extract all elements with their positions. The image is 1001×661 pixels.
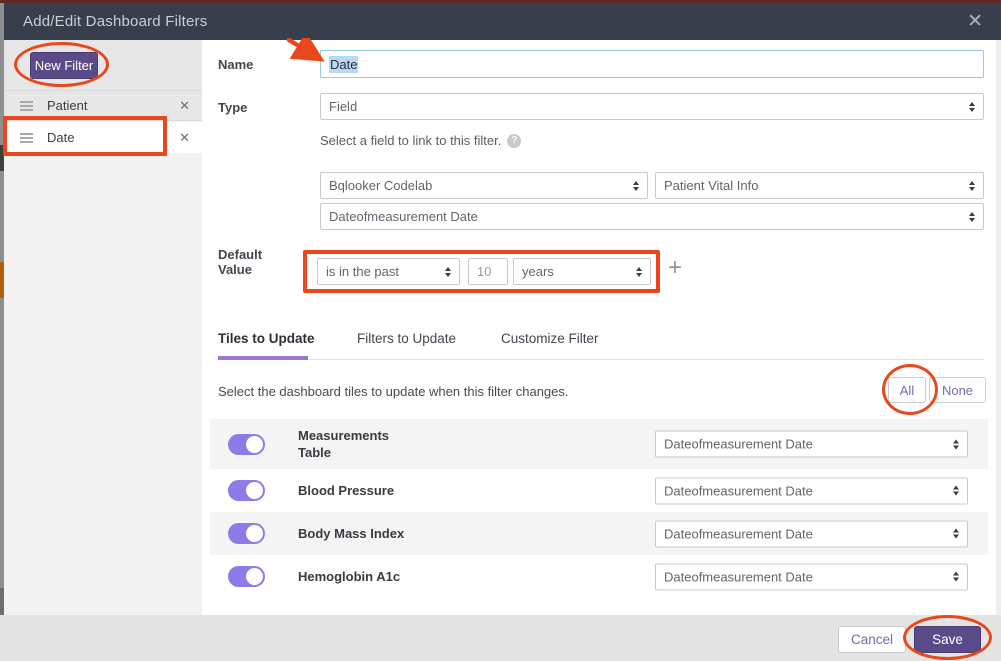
tab-tiles-to-update[interactable]: Tiles to Update <box>218 331 315 346</box>
name-label: Name <box>218 57 253 72</box>
drag-handle-icon[interactable] <box>20 133 33 143</box>
tile-field-select[interactable]: Dateofmeasurement Date <box>655 520 968 547</box>
tile-toggle-on[interactable] <box>228 566 265 587</box>
tile-toggle-on[interactable] <box>228 523 265 544</box>
default-amount-input[interactable]: 10 <box>468 258 508 285</box>
type-select-value: Field <box>329 99 357 114</box>
tile-row-measurements-table: Measurements Table Dateofmeasurement Dat… <box>210 419 988 469</box>
tile-name: Body Mass Index <box>298 525 423 542</box>
filters-sidebar: New Filter Patient ✕ Date ✕ <box>4 40 202 615</box>
tile-name: Hemoglobin A1c <box>298 568 423 585</box>
toggle-knob <box>246 482 263 499</box>
filter-item-label: Patient <box>47 98 87 113</box>
dialog-body: Name Date Type Field Select a field to l… <box>202 40 996 615</box>
select-arrows-icon <box>963 102 975 112</box>
select-arrows-icon <box>947 529 959 539</box>
tab-filters-to-update[interactable]: Filters to Update <box>357 331 456 346</box>
select-arrows-icon <box>439 267 451 277</box>
default-amount-value: 10 <box>477 264 491 279</box>
explore-select[interactable]: Patient Vital Info <box>655 172 984 199</box>
tile-toggle-on[interactable] <box>228 480 265 501</box>
tile-row-body-mass-index: Body Mass Index Dateofmeasurement Date <box>210 512 988 555</box>
new-filter-button[interactable]: New Filter <box>30 52 98 79</box>
select-none-button[interactable]: None <box>929 377 986 403</box>
select-arrows-icon <box>630 267 642 277</box>
tile-name: Blood Pressure <box>298 482 423 499</box>
page-edge-right <box>996 25 1001 661</box>
add-edit-dashboard-filters-dialog: Add/Edit Dashboard Filters ✕ New Filter … <box>0 0 1001 661</box>
tile-row-hemoglobin-a1c: Hemoglobin A1c Dateofmeasurement Date <box>210 555 988 598</box>
drag-handle-icon[interactable] <box>20 101 33 111</box>
filter-list-item-date[interactable]: Date ✕ <box>4 122 202 153</box>
active-tab-indicator <box>218 356 308 360</box>
model-select[interactable]: Bqlooker Codelab <box>320 172 648 199</box>
default-condition-select[interactable]: is in the past <box>317 258 460 285</box>
name-input-value: Date <box>329 56 358 73</box>
type-label: Type <box>218 100 247 115</box>
add-default-value-icon[interactable]: + <box>668 254 682 282</box>
field-link-hint: Select a field to link to this filter. ? <box>320 133 521 148</box>
select-arrows-icon <box>947 486 959 496</box>
default-unit-value: years <box>522 264 554 279</box>
select-arrows-icon <box>963 212 975 222</box>
dialog-footer: Cancel Save <box>0 615 1001 661</box>
type-select[interactable]: Field <box>320 93 984 120</box>
dialog-header: Add/Edit Dashboard Filters ✕ <box>4 3 1001 40</box>
select-arrows-icon <box>947 572 959 582</box>
tile-toggle-on[interactable] <box>228 434 265 455</box>
name-input[interactable]: Date <box>320 50 984 78</box>
toggle-knob <box>246 436 263 453</box>
select-arrows-icon <box>627 181 639 191</box>
tile-field-select[interactable]: Dateofmeasurement Date <box>655 477 968 504</box>
select-all-button[interactable]: All <box>888 377 926 403</box>
default-value-label: Default Value <box>218 247 262 277</box>
default-value-label-line2: Value <box>218 262 252 277</box>
help-icon[interactable]: ? <box>507 134 521 148</box>
tiles-description: Select the dashboard tiles to update whe… <box>218 384 569 399</box>
dialog-title: Add/Edit Dashboard Filters <box>4 13 207 30</box>
tile-name: Measurements Table <box>298 427 423 461</box>
default-value-label-line1: Default <box>218 247 262 262</box>
tile-field-select[interactable]: Dateofmeasurement Date <box>655 431 968 458</box>
toggle-knob <box>246 568 263 585</box>
remove-filter-icon[interactable]: ✕ <box>179 130 190 146</box>
field-select[interactable]: Dateofmeasurement Date <box>320 203 984 230</box>
filter-item-label: Date <box>47 130 74 145</box>
explore-select-value: Patient Vital Info <box>664 178 758 193</box>
tile-field-value: Dateofmeasurement Date <box>664 569 813 584</box>
default-unit-select[interactable]: years <box>513 258 651 285</box>
tabs-divider <box>218 359 984 360</box>
remove-filter-icon[interactable]: ✕ <box>179 98 190 114</box>
tile-field-value: Dateofmeasurement Date <box>664 483 813 498</box>
toggle-knob <box>246 525 263 542</box>
close-icon[interactable]: ✕ <box>967 10 983 33</box>
tile-field-select[interactable]: Dateofmeasurement Date <box>655 563 968 590</box>
tab-customize-filter[interactable]: Customize Filter <box>501 331 599 346</box>
cancel-button[interactable]: Cancel <box>838 626 906 653</box>
field-select-value: Dateofmeasurement Date <box>329 209 478 224</box>
select-arrows-icon <box>963 181 975 191</box>
model-select-value: Bqlooker Codelab <box>329 178 432 193</box>
save-button[interactable]: Save <box>914 626 981 653</box>
filter-list-item-patient[interactable]: Patient ✕ <box>4 90 202 121</box>
tile-field-value: Dateofmeasurement Date <box>664 526 813 541</box>
tile-field-value: Dateofmeasurement Date <box>664 437 813 452</box>
select-arrows-icon <box>947 439 959 449</box>
field-link-hint-text: Select a field to link to this filter. <box>320 133 501 148</box>
tile-row-blood-pressure: Blood Pressure Dateofmeasurement Date <box>210 469 988 512</box>
default-condition-value: is in the past <box>326 264 399 279</box>
